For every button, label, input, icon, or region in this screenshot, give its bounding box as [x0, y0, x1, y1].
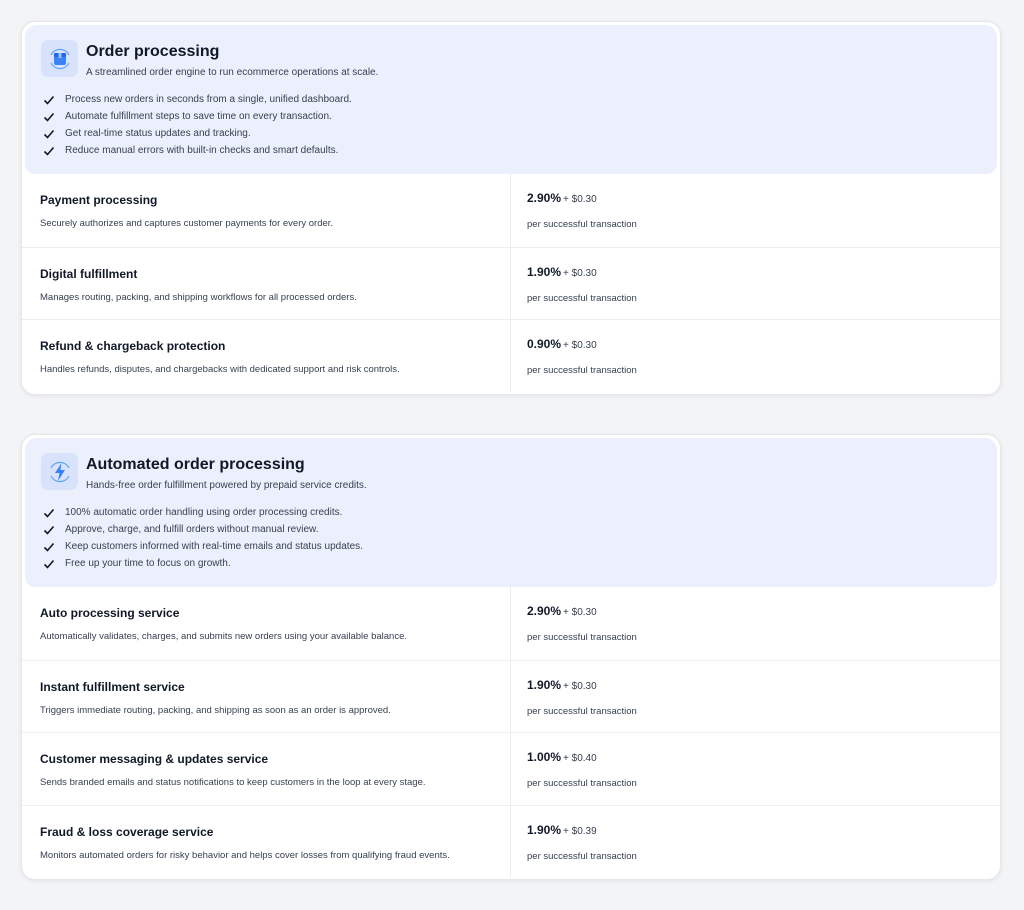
- check-icon: [43, 95, 55, 105]
- feature-text: Automate fulfillment steps to save time …: [65, 110, 332, 122]
- check-icon: [43, 112, 55, 122]
- feature-list: Process new orders in seconds from a sin…: [41, 91, 981, 159]
- check-icon: [43, 146, 55, 156]
- service-description: Triggers immediate routing, packing, and…: [40, 704, 391, 716]
- order-processing-card: Order processing A streamlined order eng…: [21, 21, 1001, 395]
- service-rate: 1.90%: [527, 677, 562, 692]
- service-row: Auto processing service Automatically va…: [22, 587, 1000, 660]
- lightning-icon: [41, 453, 78, 490]
- service-rate: 2.90%: [527, 191, 562, 205]
- service-fee: + $0.30: [563, 607, 597, 618]
- service-list: Payment processing Securely authorizes a…: [22, 174, 1000, 392]
- service-rate: 1.90%: [527, 822, 562, 837]
- service-fee: + $0.39: [563, 825, 597, 837]
- automated-order-processing-card: Automated order processing Hands-free or…: [21, 434, 1001, 880]
- section-title: Order processing: [86, 43, 220, 60]
- section-subtitle: Hands-free order fulfillment powered by …: [86, 480, 367, 491]
- service-name: Instant fulfillment service: [40, 679, 185, 694]
- service-fee: + $0.30: [563, 194, 597, 205]
- service-row: Instant fulfillment service Triggers imm…: [22, 659, 1000, 732]
- service-description: Securely authorizes and captures custome…: [40, 218, 334, 229]
- feature-item: Approve, charge, and fulfill orders with…: [41, 521, 981, 538]
- check-icon: [43, 525, 55, 535]
- service-unit: per successful transaction: [527, 778, 637, 789]
- feature-item: Automate fulfillment steps to save time …: [41, 108, 981, 125]
- service-row: Payment processing Securely authorizes a…: [22, 174, 1000, 247]
- service-fee: + $0.30: [563, 680, 597, 692]
- service-name: Payment processing: [40, 193, 158, 207]
- service-name: Auto processing service: [40, 606, 180, 620]
- service-fee: + $0.30: [563, 340, 597, 351]
- service-rate: 2.90%: [527, 604, 562, 618]
- service-fee: + $0.40: [563, 753, 597, 764]
- feature-item: Reduce manual errors with built-in check…: [41, 142, 981, 159]
- pricing-page: Order processing A streamlined order eng…: [0, 0, 1024, 910]
- service-row: Digital fulfillment Manages routing, pac…: [22, 246, 1000, 319]
- service-name: Digital fulfillment: [40, 266, 138, 281]
- feature-text: Get real-time status updates and trackin…: [65, 127, 251, 139]
- check-icon: [43, 542, 55, 552]
- service-fee: + $0.30: [563, 267, 597, 279]
- service-unit: per successful transaction: [527, 632, 637, 643]
- feature-item: Get real-time status updates and trackin…: [41, 125, 981, 142]
- card-header: Automated order processing Hands-free or…: [25, 438, 997, 587]
- service-unit: per successful transaction: [527, 365, 637, 376]
- service-list: Auto processing service Automatically va…: [22, 587, 1000, 877]
- service-row: Refund & chargeback protection Handles r…: [22, 319, 1000, 392]
- service-description: Manages routing, packing, and shipping w…: [40, 291, 357, 303]
- package-icon: [41, 40, 78, 77]
- service-unit: per successful transaction: [527, 292, 637, 304]
- service-unit: per successful transaction: [527, 850, 637, 862]
- feature-item: Process new orders in seconds from a sin…: [41, 91, 981, 108]
- feature-text: Reduce manual errors with built-in check…: [65, 144, 339, 156]
- service-description: Monitors automated orders for risky beha…: [40, 849, 450, 861]
- service-description: Sends branded emails and status notifica…: [40, 777, 426, 788]
- service-name: Customer messaging & updates service: [40, 752, 269, 766]
- check-icon: [43, 508, 55, 518]
- service-name: Refund & chargeback protection: [40, 339, 226, 353]
- feature-list: 100% automatic order handling using orde…: [41, 504, 981, 572]
- section-title: Automated order processing: [86, 456, 305, 473]
- service-unit: per successful transaction: [527, 705, 637, 717]
- feature-item: 100% automatic order handling using orde…: [41, 504, 981, 521]
- service-description: Handles refunds, disputes, and chargebac…: [40, 364, 400, 375]
- feature-text: Approve, charge, and fulfill orders with…: [65, 523, 319, 535]
- check-icon: [43, 559, 55, 569]
- service-unit: per successful transaction: [527, 219, 637, 230]
- service-rate: 1.00%: [527, 750, 562, 764]
- feature-text: Free up your time to focus on growth.: [65, 557, 231, 569]
- service-row: Customer messaging & updates service Sen…: [22, 732, 1000, 805]
- check-icon: [43, 129, 55, 139]
- service-rate: 0.90%: [527, 337, 562, 351]
- section-subtitle: A streamlined order engine to run ecomme…: [86, 67, 379, 78]
- card-header: Order processing A streamlined order eng…: [25, 25, 997, 174]
- feature-item: Free up your time to focus on growth.: [41, 555, 981, 572]
- feature-text: Process new orders in seconds from a sin…: [65, 93, 352, 105]
- service-description: Automatically validates, charges, and su…: [40, 631, 408, 642]
- feature-text: 100% automatic order handling using orde…: [65, 506, 343, 518]
- service-name: Fraud & loss coverage service: [40, 824, 214, 839]
- feature-item: Keep customers informed with real-time e…: [41, 538, 981, 555]
- feature-text: Keep customers informed with real-time e…: [65, 540, 363, 552]
- service-rate: 1.90%: [527, 264, 562, 279]
- service-row: Fraud & loss coverage service Monitors a…: [22, 804, 1000, 877]
